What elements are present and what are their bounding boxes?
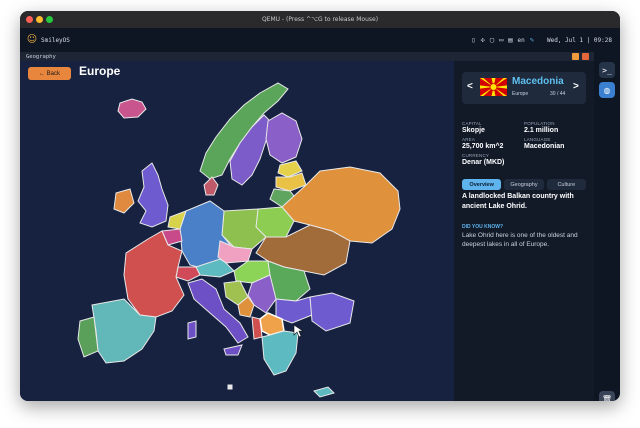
country-name: Macedonia	[512, 76, 564, 87]
qemu-titlebar: QEMU - (Press ^⌥G to release Mouse)	[20, 11, 620, 28]
language-value: Macedonian	[524, 143, 565, 150]
trash-icon[interactable]: 🗑	[599, 391, 615, 401]
country-finland[interactable]	[265, 112, 303, 164]
tab-geography[interactable]: Geography	[504, 179, 544, 190]
country-counter: 30 / 44	[550, 91, 566, 97]
region-title: Europe	[79, 64, 121, 78]
os-menubar: ☺ SmileyOS ▯ ✣ ▢ ▭ ▤ en ✎ Wed, Jul 1 | 0…	[20, 28, 620, 52]
capital-value: Skopje	[462, 127, 485, 134]
zoom-window-button[interactable]	[46, 16, 53, 23]
country-denmark[interactable]	[203, 176, 219, 196]
app-minimize-button[interactable]	[572, 53, 579, 60]
us-flag-icon[interactable]: ▤	[508, 36, 512, 44]
country-switzerland[interactable]	[175, 266, 201, 282]
notes-icon[interactable]: ▯	[471, 36, 475, 44]
info-tabs: Overview Geography Culture	[462, 179, 586, 190]
previous-country-button[interactable]: <	[467, 81, 473, 92]
currency-label: CURRENCY	[462, 153, 490, 158]
close-window-button[interactable]	[26, 16, 33, 23]
country-uk[interactable]	[137, 162, 169, 228]
network-icon[interactable]: ✣	[481, 36, 485, 44]
fact-currency: CURRENCY Denar (MKD)	[462, 153, 504, 166]
app-titlebar: Geography	[20, 52, 595, 61]
qemu-title: QEMU - (Press ^⌥G to release Mouse)	[261, 16, 379, 23]
right-dock: >_ ◍ 🗑	[594, 52, 620, 401]
country-france[interactable]	[123, 230, 185, 318]
language-label: LANGUAGE	[524, 137, 551, 142]
overview-text: A landlocked Balkan country with ancient…	[462, 193, 574, 210]
system-tray: ▯ ✣ ▢ ▭ ▤ en ✎ Wed, Jul 1 | 09:28	[471, 28, 612, 52]
fact-population: POPULATION 2.1 million	[524, 121, 558, 134]
did-you-know-text: Lake Ohrid here is one of the oldest and…	[462, 232, 578, 248]
info-panel: < Macedonia Europe 30 / 44 > CAPITAL Sko…	[454, 61, 594, 401]
did-you-know-label: DID YOU KNOW?	[462, 224, 504, 230]
map-area: ← Back Europe	[20, 61, 454, 401]
tab-overview[interactable]: Overview	[462, 179, 502, 190]
population-value: 2.1 million	[524, 127, 559, 134]
back-button[interactable]: ← Back	[28, 67, 71, 80]
country-cyprus[interactable]	[313, 386, 335, 398]
country-sardinia[interactable]	[187, 320, 197, 340]
country-portugal[interactable]	[77, 316, 99, 358]
country-greece[interactable]	[261, 330, 299, 376]
qemu-window: QEMU - (Press ^⌥G to release Mouse) ☺ Sm…	[20, 11, 620, 401]
country-malta[interactable]	[227, 384, 233, 390]
europe-map	[77, 82, 401, 398]
clock[interactable]: Wed, Jul 1 | 09:28	[547, 37, 612, 44]
currency-value: Denar (MKD)	[462, 159, 505, 166]
country-region: Europe	[512, 91, 529, 97]
next-country-button[interactable]: >	[573, 81, 579, 92]
display-icon[interactable]: ▭	[499, 36, 503, 44]
area-label: AREA	[462, 137, 476, 142]
area-value: 25,700 km^2	[462, 143, 504, 150]
fact-language: LANGUAGE Macedonian	[524, 137, 564, 150]
fact-area: AREA 25,700 km^2	[462, 137, 503, 150]
minimize-window-button[interactable]	[36, 16, 43, 23]
country-sicily[interactable]	[223, 344, 243, 356]
terminal-icon[interactable]: >_	[599, 62, 615, 78]
app-title: Geography	[26, 53, 56, 60]
language-indicator[interactable]: en	[518, 37, 525, 44]
country-card: < Macedonia Europe 30 / 44 >	[462, 72, 586, 104]
capital-label: CAPITAL	[462, 121, 482, 126]
pen-icon[interactable]: ✎	[530, 36, 534, 44]
os-name: SmileyOS	[41, 36, 70, 44]
app-close-button[interactable]	[582, 53, 589, 60]
country-turkey[interactable]	[309, 292, 355, 332]
fact-capital: CAPITAL Skopje	[462, 121, 485, 134]
window-icon[interactable]: ▢	[490, 36, 494, 44]
macedonia-flag-icon	[480, 78, 507, 96]
tab-culture[interactable]: Culture	[546, 179, 586, 190]
country-ireland[interactable]	[113, 188, 135, 214]
country-iceland[interactable]	[117, 98, 147, 119]
smiley-logo-icon[interactable]: ☺	[26, 34, 38, 46]
globe-icon[interactable]: ◍	[599, 82, 615, 98]
population-label: POPULATION	[524, 121, 555, 126]
